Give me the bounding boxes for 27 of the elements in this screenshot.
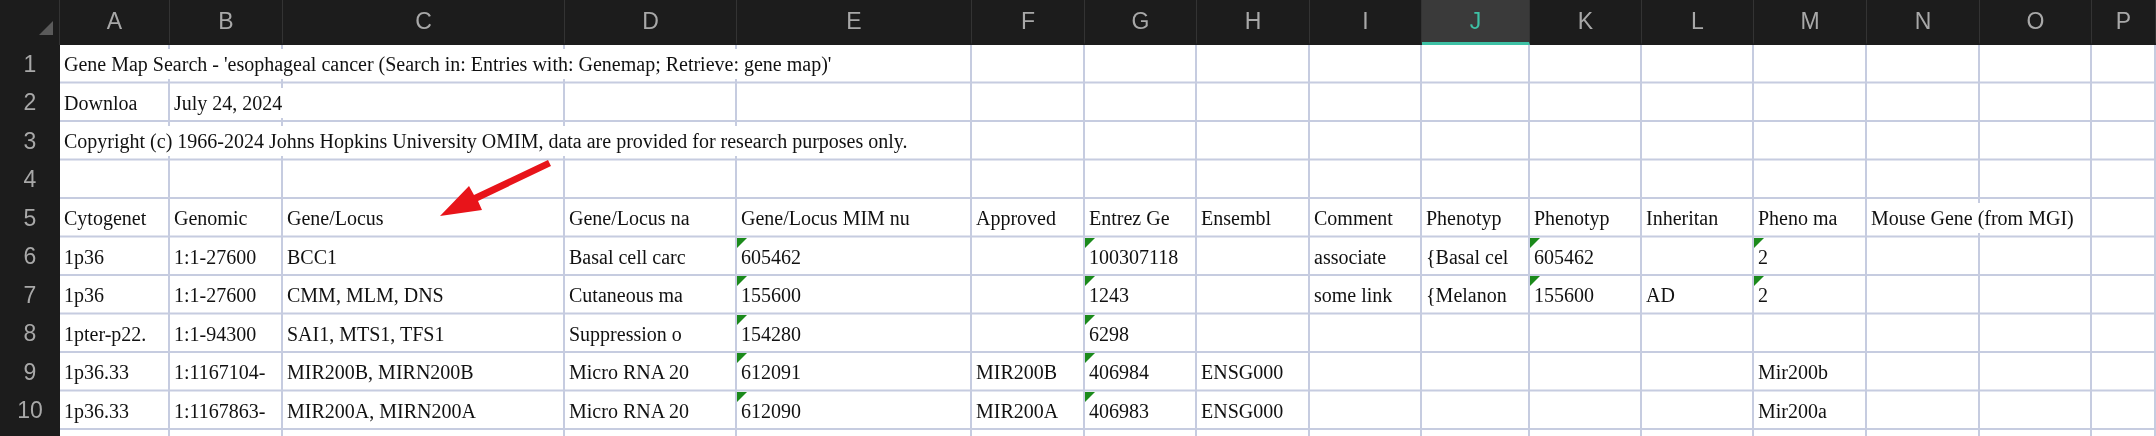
row-header[interactable]: 5 (0, 199, 60, 238)
column-header[interactable]: I (1310, 0, 1422, 45)
column-header[interactable]: A (60, 0, 170, 45)
column-header[interactable]: M (1754, 0, 1867, 45)
row-header[interactable]: 10 (0, 391, 60, 430)
column-header[interactable]: B (170, 0, 283, 45)
select-all-icon[interactable] (39, 21, 53, 35)
row-header[interactable]: 2 (0, 83, 60, 122)
row-header[interactable]: 1 (0, 45, 60, 84)
row-header[interactable]: 7 (0, 276, 60, 315)
column-header[interactable]: J (1422, 0, 1530, 45)
row-header[interactable]: 6 (0, 237, 60, 276)
column-header[interactable]: C (283, 0, 565, 45)
column-header[interactable]: E (737, 0, 972, 45)
row-header[interactable]: 8 (0, 314, 60, 353)
row-header[interactable]: 4 (0, 160, 60, 199)
row-header[interactable]: 9 (0, 353, 60, 392)
column-header[interactable]: P (2092, 0, 2156, 45)
column-header[interactable]: O (1980, 0, 2092, 45)
column-header[interactable]: G (1085, 0, 1197, 45)
column-header[interactable]: H (1197, 0, 1310, 45)
column-header[interactable]: L (1642, 0, 1754, 45)
column-header[interactable]: D (565, 0, 737, 45)
column-header[interactable]: N (1867, 0, 1980, 45)
column-header[interactable]: F (972, 0, 1085, 45)
column-header[interactable]: K (1530, 0, 1642, 45)
row-header[interactable]: 3 (0, 122, 60, 161)
